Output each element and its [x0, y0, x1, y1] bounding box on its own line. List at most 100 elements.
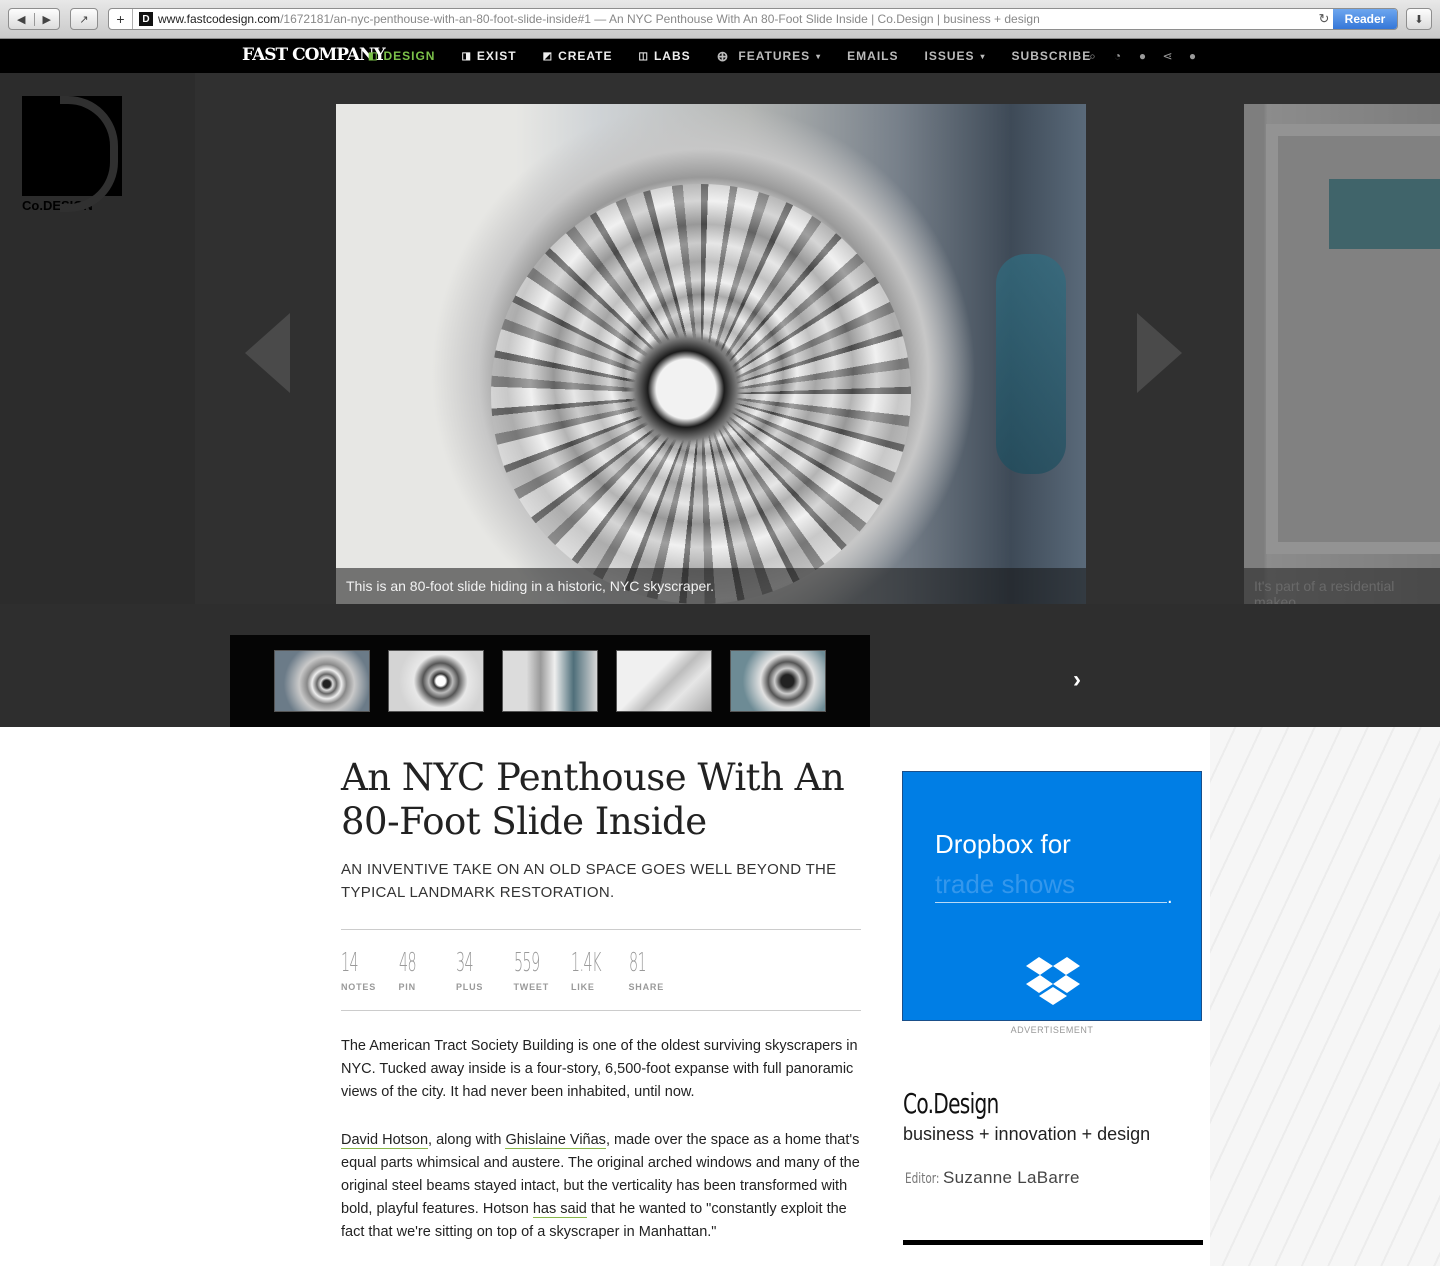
thumbnail-2[interactable]: [388, 650, 484, 712]
download-icon: ⬇: [1414, 13, 1424, 26]
link-david-hotson[interactable]: David Hotson: [341, 1132, 429, 1149]
reload-icon[interactable]: ↻: [1315, 11, 1333, 27]
share-count: 1.4K: [571, 948, 601, 978]
prev-slide-arrow-icon[interactable]: [245, 313, 290, 393]
fast-company-logo[interactable]: FAST COMPANY: [242, 45, 386, 65]
ad-headline-animated: trade shows: [935, 869, 1076, 899]
back-forward-buttons: ◀ ▶: [8, 8, 60, 30]
nav-label: DESIGN: [383, 49, 436, 63]
share-label: PLUS: [456, 982, 484, 992]
share-pin[interactable]: 48 PIN: [399, 948, 457, 992]
nav-label: CREATE: [558, 49, 613, 63]
nav-item-exist[interactable]: ◨ EXIST: [461, 49, 516, 63]
add-tab-button[interactable]: +: [109, 9, 133, 29]
user-icon[interactable]: ●: [1186, 49, 1199, 63]
thumbnail-strip: ›: [230, 635, 1081, 727]
share-share[interactable]: 81 SHARE: [629, 948, 687, 992]
thumbnail-next-icon[interactable]: ›: [1066, 660, 1088, 700]
editor-name[interactable]: Suzanne LaBarre: [943, 1168, 1080, 1188]
nav-item-design[interactable]: ◧ DESIGN: [368, 49, 435, 63]
nav-label: LABS: [653, 49, 691, 63]
labs-icon: ◫: [638, 50, 649, 62]
nav-item-features[interactable]: ⊕ FEATURES ▾: [717, 48, 822, 65]
nav-label: EMAILS: [847, 49, 899, 63]
url-domain: www.fastcodesign.com: [158, 12, 281, 26]
slide-image-current[interactable]: This is an 80-foot slide hiding in a his…: [336, 104, 1086, 604]
slide-caption-next: It's part of a residential makeo: [1244, 568, 1440, 604]
url-path: /1672181/an-nyc-penthouse-with-an-80-foo…: [280, 12, 591, 26]
article-dek: AN INVENTIVE TAKE ON AN OLD SPACE GOES W…: [341, 861, 837, 901]
share-counts: 14 NOTES 48 PIN 34 PLUS 559 TWEET 1.4K L…: [341, 930, 861, 1010]
url-text[interactable]: www.fastcodesign.com/1672181/an-nyc-pent…: [158, 12, 1315, 26]
browser-toolbar: ◀ ▶ ↗ + D www.fastcodesign.com/1672181/a…: [0, 0, 1440, 39]
article-paragraph-2: David Hotson, along with Ghislaine Viñas…: [341, 1129, 861, 1244]
ad-headline: Dropbox for: [935, 829, 1071, 859]
nav-label: ISSUES: [924, 49, 975, 63]
next-slide-arrow-icon[interactable]: [1137, 313, 1182, 393]
thumbnail-4[interactable]: [616, 650, 712, 712]
share-count: 81: [628, 948, 647, 978]
back-icon[interactable]: ◀: [9, 12, 35, 26]
nav-label: EXIST: [476, 49, 517, 63]
nav-utility-icons: ⌕ ◔ ● ⋖ ●: [1086, 39, 1211, 73]
share-notes[interactable]: 14 NOTES: [341, 948, 399, 992]
share-icon[interactable]: ⋖: [1161, 49, 1174, 63]
article: An NYC Penthouse With An 80-Foot Slide I…: [341, 727, 861, 1244]
search-icon[interactable]: ⌕: [1086, 49, 1099, 64]
create-icon: ◩: [542, 50, 554, 62]
share-label: PIN: [398, 982, 416, 992]
article-body: The American Tract Society Building is o…: [341, 1035, 861, 1244]
nav-item-create[interactable]: ◩ CREATE: [543, 49, 613, 63]
advertisement-label: ADVERTISEMENT: [1010, 1025, 1094, 1035]
design-icon: ◧: [368, 50, 379, 62]
codesign-mark-icon: [22, 96, 122, 212]
sidebar-brand-title: Co.Design: [903, 1087, 999, 1120]
share-tweet[interactable]: 559 TWEET: [514, 948, 572, 992]
address-bar[interactable]: + D www.fastcodesign.com/1672181/an-nyc-…: [108, 8, 1398, 30]
thumbnail-1[interactable]: [274, 650, 370, 712]
link-ghislaine-vinas[interactable]: Ghislaine Viñas: [505, 1132, 606, 1149]
slide-image-next[interactable]: It's part of a residential makeo: [1244, 104, 1440, 604]
codesign-logo[interactable]: Co.DESIGN: [22, 96, 124, 213]
nav-item-labs[interactable]: ◫ LABS: [639, 49, 691, 63]
share-like[interactable]: 1.4K LIKE: [571, 948, 629, 992]
downloads-button[interactable]: ⬇: [1406, 8, 1432, 30]
forward-icon[interactable]: ▶: [35, 13, 60, 26]
dropbox-logo-icon: [1026, 957, 1080, 1005]
thumbnail-5[interactable]: [730, 650, 826, 712]
share-label: TWEET: [513, 982, 549, 992]
caret-down-icon: ▾: [980, 51, 986, 61]
slide-spiral-center: [626, 329, 746, 449]
nav-item-subscribe[interactable]: SUBSCRIBE: [1012, 49, 1092, 63]
ad-period: .: [1167, 886, 1173, 908]
sidebar-editor: Editor: Suzanne LaBarre: [905, 1168, 1080, 1188]
url-separator: —: [590, 12, 609, 26]
nav-items: ◧ DESIGN ◨ EXIST ◩ CREATE ◫ LABS ⊕ FEATU…: [368, 39, 1117, 73]
sidebar-tagline: business + innovation + design: [903, 1124, 1151, 1144]
share-page-button[interactable]: ↗: [70, 8, 98, 30]
share-label: NOTES: [341, 982, 377, 992]
article-paragraph-1: The American Tract Society Building is o…: [341, 1038, 858, 1100]
sidebar-divider: [903, 1240, 1203, 1245]
rss-icon[interactable]: ◔: [1111, 49, 1124, 63]
nav-item-emails[interactable]: EMAILS: [847, 49, 898, 63]
thumbnail-3[interactable]: [502, 650, 598, 712]
reader-button[interactable]: Reader: [1333, 9, 1397, 29]
ad-underline: [935, 902, 1167, 903]
share-count: 14: [341, 948, 359, 978]
share-count: 34: [456, 948, 474, 978]
globe-icon[interactable]: ●: [1136, 49, 1149, 63]
link-has-said[interactable]: has said: [532, 1201, 587, 1218]
article-headline: An NYC Penthouse With An 80-Foot Slide I…: [341, 756, 845, 843]
right-gutter-pattern: [1210, 727, 1440, 1266]
nav-item-issues[interactable]: ISSUES ▾: [925, 49, 986, 63]
dropbox-advertisement[interactable]: Dropbox for trade shows .: [902, 771, 1202, 1021]
plus-circle-icon: ⊕: [716, 47, 730, 64]
slide-caption: This is an 80-foot slide hiding in a his…: [336, 568, 1086, 604]
exist-icon: ◨: [461, 50, 472, 62]
nav-label: SUBSCRIBE: [1011, 49, 1092, 63]
share-count: 48: [398, 948, 417, 978]
slideshow: Co.DESIGN This is an 80-foot slide hidin…: [0, 73, 1440, 727]
share-plus[interactable]: 34 PLUS: [456, 948, 514, 992]
caret-down-icon: ▾: [816, 51, 822, 61]
